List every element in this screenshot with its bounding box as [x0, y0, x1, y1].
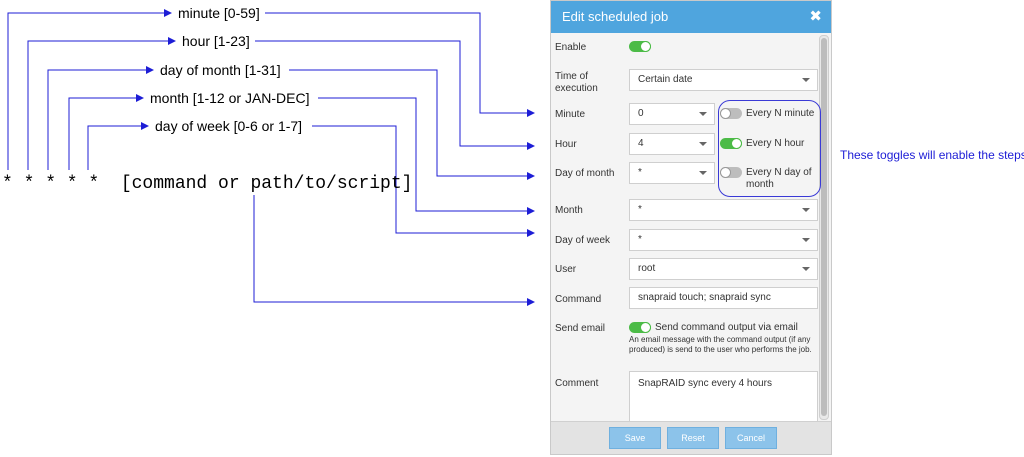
user-select[interactable]: root [629, 258, 818, 280]
minute-select[interactable]: 0 [629, 103, 715, 125]
arrow-dow-label [87, 122, 149, 170]
time-of-execution-select[interactable]: Certain date [629, 69, 818, 91]
label-month: month [1-12 or JAN-DEC] [150, 90, 310, 106]
command-input[interactable]: snapraid touch; snapraid sync [629, 287, 818, 309]
arrow-minute-label [7, 9, 172, 170]
chevron-down-icon [802, 78, 810, 82]
minute-value: 0 [638, 108, 644, 119]
arrow-month-label [68, 94, 144, 170]
send-email-toggle-label: Send command output via email [655, 322, 798, 333]
user-label: User [555, 264, 577, 275]
comment-label: Comment [555, 378, 599, 389]
arrow-dom-label [47, 66, 154, 170]
send-email-hint: An email message with the command output… [629, 335, 812, 354]
day-of-month-label: Day of month [555, 168, 615, 179]
dialog-scrollbar[interactable] [819, 35, 829, 420]
save-button[interactable]: Save [609, 427, 661, 449]
enable-toggle[interactable] [629, 41, 651, 52]
chevron-down-icon [802, 208, 810, 212]
month-select[interactable]: * [629, 199, 818, 221]
enable-label: Enable [555, 42, 587, 53]
reset-button[interactable]: Reset [667, 427, 719, 449]
chevron-down-icon [699, 171, 707, 175]
close-icon[interactable]: ✖ [809, 7, 822, 25]
label-minute: minute [0-59] [178, 5, 260, 21]
hour-label: Hour [555, 139, 577, 150]
chevron-down-icon [802, 238, 810, 242]
connector-arrows [7, 9, 535, 306]
edit-scheduled-job-dialog: Edit scheduled job ✖ Enable Time of exec… [550, 0, 832, 455]
dialog-title: Edit scheduled job [562, 9, 669, 24]
send-email-label: Send email [555, 323, 606, 334]
steps-highlight-box [718, 100, 821, 197]
chevron-down-icon [699, 142, 707, 146]
user-value: root [638, 263, 656, 274]
label-day-of-month: day of month [1-31] [160, 62, 281, 78]
label-hour: hour [1-23] [182, 33, 250, 49]
hour-select[interactable]: 4 [629, 133, 715, 155]
day-of-week-select[interactable]: * [629, 229, 818, 251]
time-of-execution-label: Time of execution [555, 71, 598, 94]
dialog-footer: Save Reset Cancel [551, 421, 831, 454]
scrollbar-thumb[interactable] [821, 38, 827, 416]
day-of-month-value: * [638, 167, 642, 178]
label-day-of-week: day of week [0-6 or 1-7] [155, 118, 303, 134]
dialog-titlebar: Edit scheduled job ✖ [551, 1, 831, 33]
steps-note: These toggles will enable the steps [840, 148, 1024, 162]
cron-expression: * * * * * [command or path/to/script] [2, 174, 413, 194]
arrow-to-month [318, 97, 535, 215]
month-value: * [638, 204, 642, 215]
send-email-toggle[interactable] [629, 322, 651, 333]
command-label: Command [555, 294, 602, 305]
cancel-button[interactable]: Cancel [725, 427, 777, 449]
time-of-execution-value: Certain date [638, 74, 693, 85]
day-of-week-value: * [638, 234, 642, 245]
arrow-to-day-of-month [289, 69, 535, 180]
chevron-down-icon [699, 112, 707, 116]
hour-value: 4 [638, 138, 644, 149]
day-of-month-select[interactable]: * [629, 162, 715, 184]
month-label: Month [555, 205, 583, 216]
minute-label: Minute [555, 109, 586, 120]
chevron-down-icon [802, 267, 810, 271]
day-of-week-label: Day of week [555, 235, 611, 246]
